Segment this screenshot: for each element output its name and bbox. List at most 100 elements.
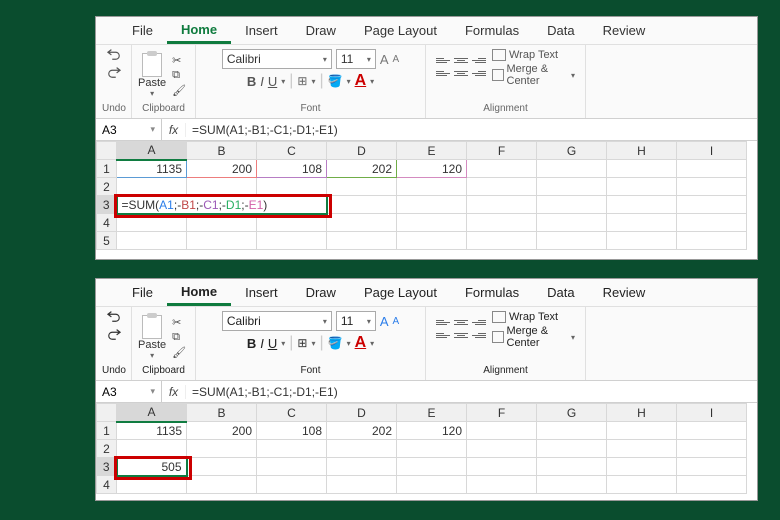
col-header-e[interactable]: E [397, 142, 467, 160]
cell-b1[interactable]: 200 [187, 422, 257, 440]
merge-center-button[interactable]: Merge & Center ▾ [492, 63, 575, 87]
tab-insert[interactable]: Insert [231, 281, 292, 304]
increase-font-icon[interactable]: A [380, 314, 389, 329]
alignment-icons[interactable] [436, 56, 486, 81]
col-header-b[interactable]: B [187, 404, 257, 422]
row-header-4[interactable]: 4 [97, 214, 117, 232]
undo-icon[interactable] [106, 309, 122, 323]
cell-c1[interactable]: 108 [257, 160, 327, 178]
col-header-d[interactable]: D [327, 142, 397, 160]
format-painter-icon[interactable]: 🖌 [172, 84, 186, 97]
tab-draw[interactable]: Draw [292, 281, 350, 304]
col-header-a[interactable]: A [117, 142, 187, 160]
cell-h1[interactable] [607, 160, 677, 178]
italic-button[interactable]: I [260, 74, 264, 89]
tab-formulas[interactable]: Formulas [451, 281, 533, 304]
col-header-a[interactable]: A [117, 404, 187, 422]
tab-page-layout[interactable]: Page Layout [350, 19, 451, 42]
redo-icon[interactable] [106, 65, 122, 79]
bold-button[interactable]: B [247, 336, 256, 351]
col-header-f[interactable]: F [467, 142, 537, 160]
paste-button[interactable]: Paste ▾ [138, 315, 166, 360]
cell-a1[interactable]: 1135 [117, 160, 187, 178]
col-header-g[interactable]: G [537, 404, 607, 422]
format-painter-icon[interactable]: 🖌 [172, 346, 186, 359]
cell-e1[interactable]: 120 [397, 422, 467, 440]
col-header-d[interactable]: D [327, 404, 397, 422]
row-header-2[interactable]: 2 [97, 178, 117, 196]
spreadsheet-grid[interactable]: A B C D E F G H I 1 1135 200 108 202 120… [96, 403, 747, 494]
font-size-select[interactable]: 11▾ [336, 311, 376, 331]
border-icon[interactable]: ⊞ [297, 74, 307, 88]
row-header-5[interactable]: 5 [97, 232, 117, 250]
cell-a2[interactable] [117, 178, 187, 196]
row-header-1[interactable]: 1 [97, 422, 117, 440]
italic-button[interactable]: I [260, 336, 264, 351]
row-header-3[interactable]: 3 [97, 196, 117, 214]
font-name-select[interactable]: Calibri▾ [222, 311, 332, 331]
copy-icon[interactable]: ⧉ [172, 331, 186, 344]
row-header-1[interactable]: 1 [97, 160, 117, 178]
tab-data[interactable]: Data [533, 281, 588, 304]
fill-color-icon[interactable]: 🪣 [328, 74, 343, 88]
underline-button[interactable]: U [268, 74, 277, 89]
decrease-font-icon[interactable]: A [393, 54, 400, 65]
col-header-h[interactable]: H [607, 142, 677, 160]
undo-icon[interactable] [106, 47, 122, 61]
fx-icon[interactable]: fx [162, 385, 186, 399]
row-header-2[interactable]: 2 [97, 440, 117, 458]
cut-icon[interactable]: ✂ [172, 316, 186, 329]
spreadsheet-grid[interactable]: A B C D E F G H I 1 1135 200 108 202 120… [96, 141, 747, 250]
formula-bar[interactable]: =SUM(A1;-B1;-C1;-D1;-E1) [186, 385, 757, 399]
cell-d1[interactable]: 202 [327, 422, 397, 440]
cell-d1[interactable]: 202 [327, 160, 397, 178]
col-header-f[interactable]: F [467, 404, 537, 422]
tab-formulas[interactable]: Formulas [451, 19, 533, 42]
bold-button[interactable]: B [247, 74, 256, 89]
col-header-h[interactable]: H [607, 404, 677, 422]
col-header-i[interactable]: I [677, 142, 747, 160]
redo-icon[interactable] [106, 327, 122, 341]
cell-e1[interactable]: 120 [397, 160, 467, 178]
cell-i1[interactable] [677, 160, 747, 178]
increase-font-icon[interactable]: A [380, 52, 389, 67]
fx-icon[interactable]: fx [162, 123, 186, 137]
col-header-e[interactable]: E [397, 404, 467, 422]
copy-icon[interactable]: ⧉ [172, 69, 186, 82]
col-header-b[interactable]: B [187, 142, 257, 160]
name-box[interactable]: A3▾ [96, 381, 162, 402]
wrap-text-button[interactable]: Wrap Text [492, 49, 575, 61]
cut-icon[interactable]: ✂ [172, 54, 186, 67]
tab-data[interactable]: Data [533, 19, 588, 42]
cell-g1[interactable] [537, 160, 607, 178]
decrease-font-icon[interactable]: A [393, 316, 400, 327]
row-header-3[interactable]: 3 [97, 458, 117, 476]
font-name-select[interactable]: Calibri▾ [222, 49, 332, 69]
cell-a3[interactable]: 505 [117, 458, 187, 476]
cell-a1[interactable]: 1135 [117, 422, 187, 440]
merge-center-button[interactable]: Merge & Center ▾ [492, 325, 575, 349]
cell-b1[interactable]: 200 [187, 160, 257, 178]
paste-button[interactable]: Paste ▾ [138, 53, 166, 98]
tab-insert[interactable]: Insert [231, 19, 292, 42]
tab-home[interactable]: Home [167, 280, 231, 306]
row-header-4[interactable]: 4 [97, 476, 117, 494]
cell-a3[interactable]: =SUM(A1;-B1;-C1;-D1;-E1) [117, 196, 327, 214]
col-header-g[interactable]: G [537, 142, 607, 160]
tab-page-layout[interactable]: Page Layout [350, 281, 451, 304]
cell-c1[interactable]: 108 [257, 422, 327, 440]
tab-file[interactable]: File [118, 19, 167, 42]
alignment-icons[interactable] [436, 318, 486, 343]
tab-file[interactable]: File [118, 281, 167, 304]
cell-f1[interactable] [467, 160, 537, 178]
tab-draw[interactable]: Draw [292, 19, 350, 42]
formula-bar[interactable]: =SUM(A1;-B1;-C1;-D1;-E1) [186, 123, 757, 137]
col-header-c[interactable]: C [257, 404, 327, 422]
font-color-icon[interactable]: A [355, 72, 367, 90]
col-header-c[interactable]: C [257, 142, 327, 160]
wrap-text-button[interactable]: Wrap Text [492, 311, 575, 323]
fill-color-icon[interactable]: 🪣 [328, 336, 343, 350]
border-icon[interactable]: ⊞ [297, 336, 307, 350]
col-header-i[interactable]: I [677, 404, 747, 422]
name-box[interactable]: A3▾ [96, 119, 162, 140]
